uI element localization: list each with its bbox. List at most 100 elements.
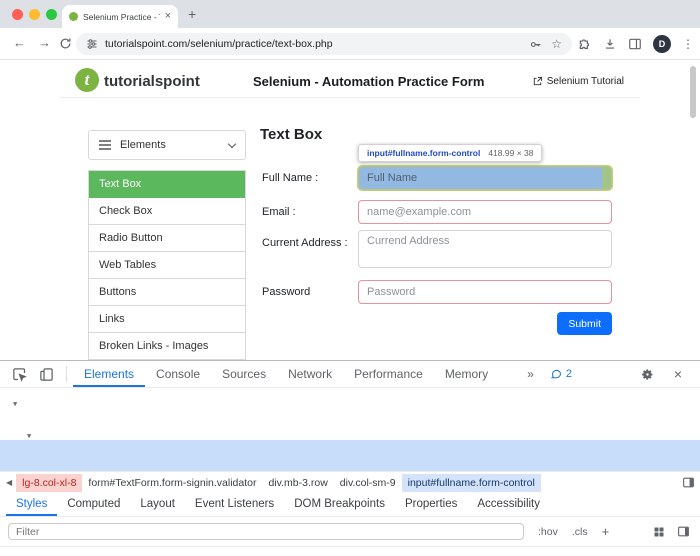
reload-button[interactable] bbox=[59, 37, 72, 55]
styles-tab-styles[interactable]: Styles bbox=[6, 493, 57, 516]
issues-bubble-icon bbox=[550, 368, 562, 380]
device-toolbar-icon[interactable] bbox=[39, 367, 54, 382]
sidebar-item-label: Check Box bbox=[99, 205, 152, 217]
breadcrumb-item[interactable]: div.mb-3.row bbox=[262, 474, 333, 492]
tab-close-icon[interactable]: × bbox=[165, 11, 171, 22]
password-input[interactable] bbox=[358, 280, 612, 304]
url-text: tutorialspoint.com/selenium/practice/tex… bbox=[105, 38, 522, 50]
devtools-tab-console[interactable]: Console bbox=[145, 362, 211, 387]
toggle-sidebar-panel-icon[interactable] bbox=[682, 476, 695, 492]
sidebar-header-label: Elements bbox=[120, 139, 166, 151]
expand-arrow-icon[interactable]: ▼ bbox=[27, 428, 31, 440]
address-bar-actions: ☆ bbox=[529, 38, 562, 51]
more-tabs-button[interactable]: » bbox=[527, 367, 534, 381]
external-link-icon bbox=[532, 76, 543, 87]
address-bar[interactable]: tutorialspoint.com/selenium/practice/tex… bbox=[76, 33, 572, 55]
sidebar-item-buttons[interactable]: → Buttons bbox=[89, 279, 245, 306]
breadcrumb-scroll-left-icon[interactable]: ◀ bbox=[6, 478, 12, 487]
issues-counter[interactable]: 2 bbox=[550, 368, 572, 380]
password-key-icon[interactable] bbox=[529, 38, 542, 51]
tree-node-div-col[interactable]: ▼<div class="col-sm-9"> bbox=[0, 424, 700, 440]
submit-button[interactable]: Submit bbox=[557, 312, 612, 335]
breadcrumb-item-selected[interactable]: input#fullname.form-control bbox=[402, 474, 541, 492]
forward-button[interactable]: → bbox=[38, 36, 51, 49]
sidebar-item-check-box[interactable]: → Check Box bbox=[89, 198, 245, 225]
window-zoom-button[interactable] bbox=[46, 9, 57, 20]
devtools-tab-network[interactable]: Network bbox=[277, 362, 343, 387]
elements-tree: ▼<div class="mb-3 row">flex <label for="… bbox=[0, 388, 700, 471]
sidebar-item-links[interactable]: → Links bbox=[89, 306, 245, 333]
devtools-tab-elements[interactable]: Elements bbox=[73, 362, 145, 387]
code-line: <input id="fullname" name="fullname" typ… bbox=[0, 440, 700, 456]
profile-avatar[interactable]: D bbox=[653, 35, 671, 53]
page-title: Selenium - Automation Practice Form bbox=[253, 74, 484, 89]
sidebar-item-broken-links-images[interactable]: → Broken Links - Images bbox=[89, 333, 245, 360]
window-close-button[interactable] bbox=[12, 9, 23, 20]
fullname-label: Full Name : bbox=[262, 172, 352, 185]
fullname-input[interactable] bbox=[358, 166, 612, 190]
devtools-tab-performance[interactable]: Performance bbox=[343, 362, 434, 387]
form-heading: Text Box bbox=[260, 126, 322, 143]
download-icon[interactable] bbox=[603, 37, 617, 51]
devtools-close-icon[interactable]: × bbox=[674, 367, 682, 381]
header-divider bbox=[60, 97, 640, 98]
new-tab-button[interactable]: + bbox=[188, 6, 196, 22]
layout-grid-icon[interactable] bbox=[653, 526, 665, 538]
hover-state-toggle[interactable]: :hov bbox=[538, 526, 558, 538]
styles-filter-input[interactable] bbox=[8, 523, 524, 540]
settings-gear-icon[interactable] bbox=[641, 368, 654, 381]
page-content: t tutorialspoint Selenium - Automation P… bbox=[0, 60, 700, 360]
styles-tab-accessibility[interactable]: Accessibility bbox=[467, 493, 550, 516]
chevron-down-icon bbox=[228, 139, 236, 147]
toolbar-divider bbox=[66, 366, 67, 382]
sidebar-item-text-box[interactable]: → Text Box bbox=[89, 171, 245, 198]
sidebar-item-label: Buttons bbox=[99, 286, 136, 298]
site-info-icon[interactable] bbox=[86, 38, 98, 50]
styles-tab-dom-breakpoints[interactable]: DOM Breakpoints bbox=[284, 493, 395, 516]
browser-menu-icon[interactable]: ⋮ bbox=[682, 37, 694, 51]
styles-tab-event-listeners[interactable]: Event Listeners bbox=[185, 493, 284, 516]
sidebar-elements-header[interactable]: Elements bbox=[88, 130, 246, 160]
inspect-tooltip: input#fullname.form-control 418.99 × 38 bbox=[358, 144, 542, 162]
tree-node-div-row[interactable]: ▼<div class="mb-3 row">flex bbox=[0, 392, 700, 408]
back-button[interactable]: ← bbox=[13, 36, 26, 49]
inspect-element-icon[interactable] bbox=[12, 367, 27, 382]
breadcrumb-item[interactable]: div.col-sm-9 bbox=[334, 474, 402, 492]
sidebar-item-label: Links bbox=[99, 313, 125, 325]
sidebar-item-label: Web Tables bbox=[99, 259, 156, 271]
devtools-tab-sources[interactable]: Sources bbox=[211, 362, 277, 387]
brand-text[interactable]: tutorialspoint bbox=[104, 73, 200, 90]
tree-node-label[interactable]: <label for="fullname" class="col-sm-3 co… bbox=[0, 408, 700, 424]
browser-tab[interactable]: Selenium Practice - Text Box × bbox=[62, 5, 178, 28]
class-toggle[interactable]: .cls bbox=[572, 526, 588, 538]
tutorialspoint-logo[interactable]: t bbox=[75, 68, 99, 92]
styles-pane-tabs: Styles Computed Layout Event Listeners D… bbox=[0, 493, 700, 517]
styles-tab-layout[interactable]: Layout bbox=[130, 493, 185, 516]
reload-icon bbox=[59, 37, 72, 50]
dock-side-icon[interactable] bbox=[677, 525, 690, 538]
side-panel-icon[interactable] bbox=[628, 37, 642, 51]
tree-node-input-selected[interactable]: <input id="fullname" name="fullname" typ… bbox=[0, 440, 700, 472]
page-scrollbar[interactable] bbox=[690, 66, 696, 118]
extensions-puzzle-icon[interactable] bbox=[578, 37, 592, 51]
sidebar-item-radio-button[interactable]: → Radio Button bbox=[89, 225, 245, 252]
tutorial-link-label: Selenium Tutorial bbox=[547, 76, 624, 87]
devtools-tab-memory[interactable]: Memory bbox=[434, 362, 499, 387]
expand-arrow-icon[interactable]: ▼ bbox=[13, 396, 17, 408]
tab-favicon-icon bbox=[69, 12, 78, 21]
selenium-tutorial-link[interactable]: Selenium Tutorial bbox=[532, 76, 624, 87]
email-input[interactable] bbox=[358, 200, 612, 224]
email-label: Email : bbox=[262, 206, 352, 219]
styles-tab-computed[interactable]: Computed bbox=[57, 493, 130, 516]
current-address-textarea[interactable] bbox=[358, 230, 612, 268]
window-minimize-button[interactable] bbox=[29, 9, 40, 20]
breadcrumb-item[interactable]: form#TextForm.form-signin.validator bbox=[82, 474, 262, 492]
sidebar-item-label: Broken Links - Images bbox=[99, 340, 208, 352]
breadcrumb-item[interactable]: lg-8.col-xl-8 bbox=[16, 474, 82, 492]
styles-tab-properties[interactable]: Properties bbox=[395, 493, 467, 516]
bookmark-star-icon[interactable]: ☆ bbox=[551, 38, 562, 50]
issues-count: 2 bbox=[566, 368, 572, 380]
sidebar-item-label: Radio Button bbox=[99, 232, 163, 244]
new-style-rule-button[interactable]: + bbox=[602, 524, 610, 539]
sidebar-item-web-tables[interactable]: → Web Tables bbox=[89, 252, 245, 279]
